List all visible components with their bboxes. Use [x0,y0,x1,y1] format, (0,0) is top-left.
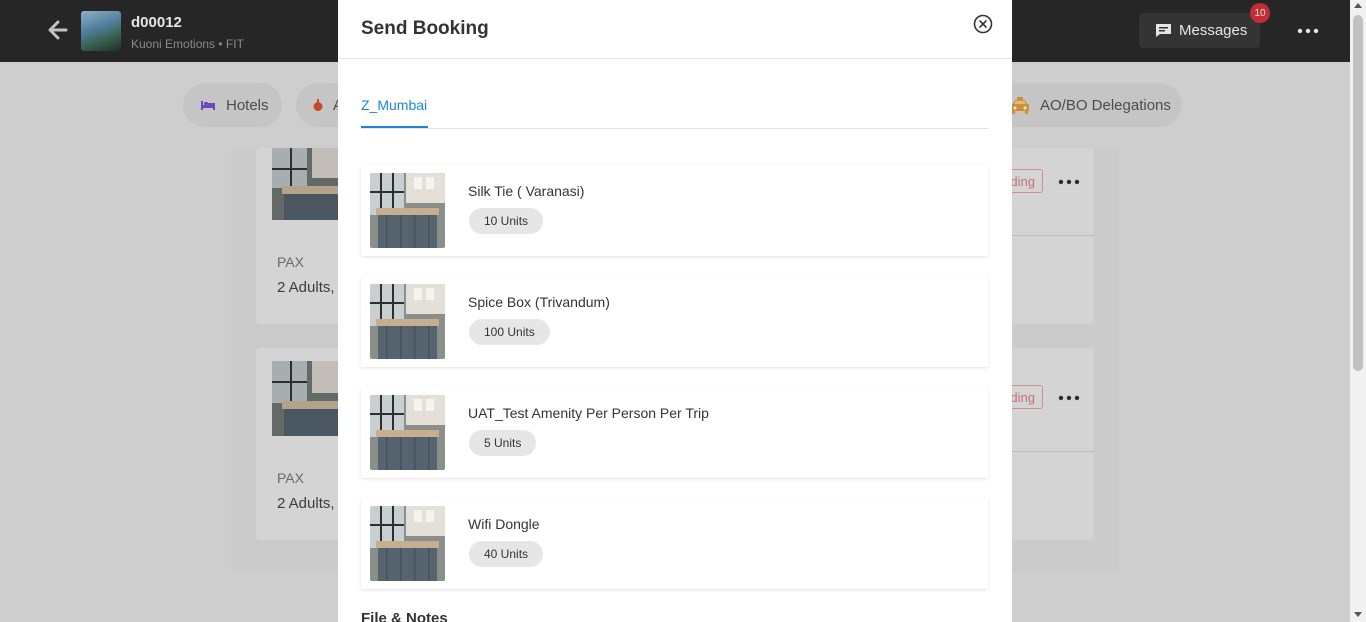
amenity-name: Spice Box (Trivandum) [468,294,610,310]
scroll-thumb[interactable] [1353,15,1363,371]
amenity-name: Wifi Dongle [468,516,540,532]
list-item[interactable]: Silk Tie ( Varanasi) 10 Units [361,165,988,256]
tab-z-mumbai[interactable]: Z_Mumbai [361,97,429,128]
amenity-name: UAT_Test Amenity Per Person Per Trip [468,405,709,421]
send-booking-modal: Send Booking Z_Mumbai Silk Tie (Varanas… [338,0,1012,622]
list-item[interactable]: UAT_Test Amenity Per Person Per Trip 5 U… [361,387,988,478]
list-item[interactable]: Wifi Dongle 40 Units [361,498,988,589]
units-badge: 40 Units [469,541,544,567]
scroll-up-arrow-icon[interactable] [1354,3,1362,8]
modal-header: Send Booking [338,0,1012,59]
units-badge: 10 Units [469,208,544,234]
modal-title: Send Booking [361,18,489,39]
amenity-image [370,506,445,581]
list-item[interactable]: Spice Box (Trivandum) 100 Units [361,276,988,367]
location-tabs: Z_Mumbai [361,80,988,129]
amenity-image [370,284,445,359]
close-circle-icon[interactable] [973,14,993,34]
amenity-image [370,173,445,248]
amenity-image [370,395,445,470]
units-badge: 5 Units [469,430,537,456]
amenity-name: Silk Tie ( Varanasi) [468,183,585,199]
page-scrollbar[interactable] [1350,0,1366,622]
scroll-down-arrow-icon[interactable] [1354,612,1362,617]
units-badge: 100 Units [469,319,550,345]
file-notes-heading: File & Notes [361,610,448,622]
